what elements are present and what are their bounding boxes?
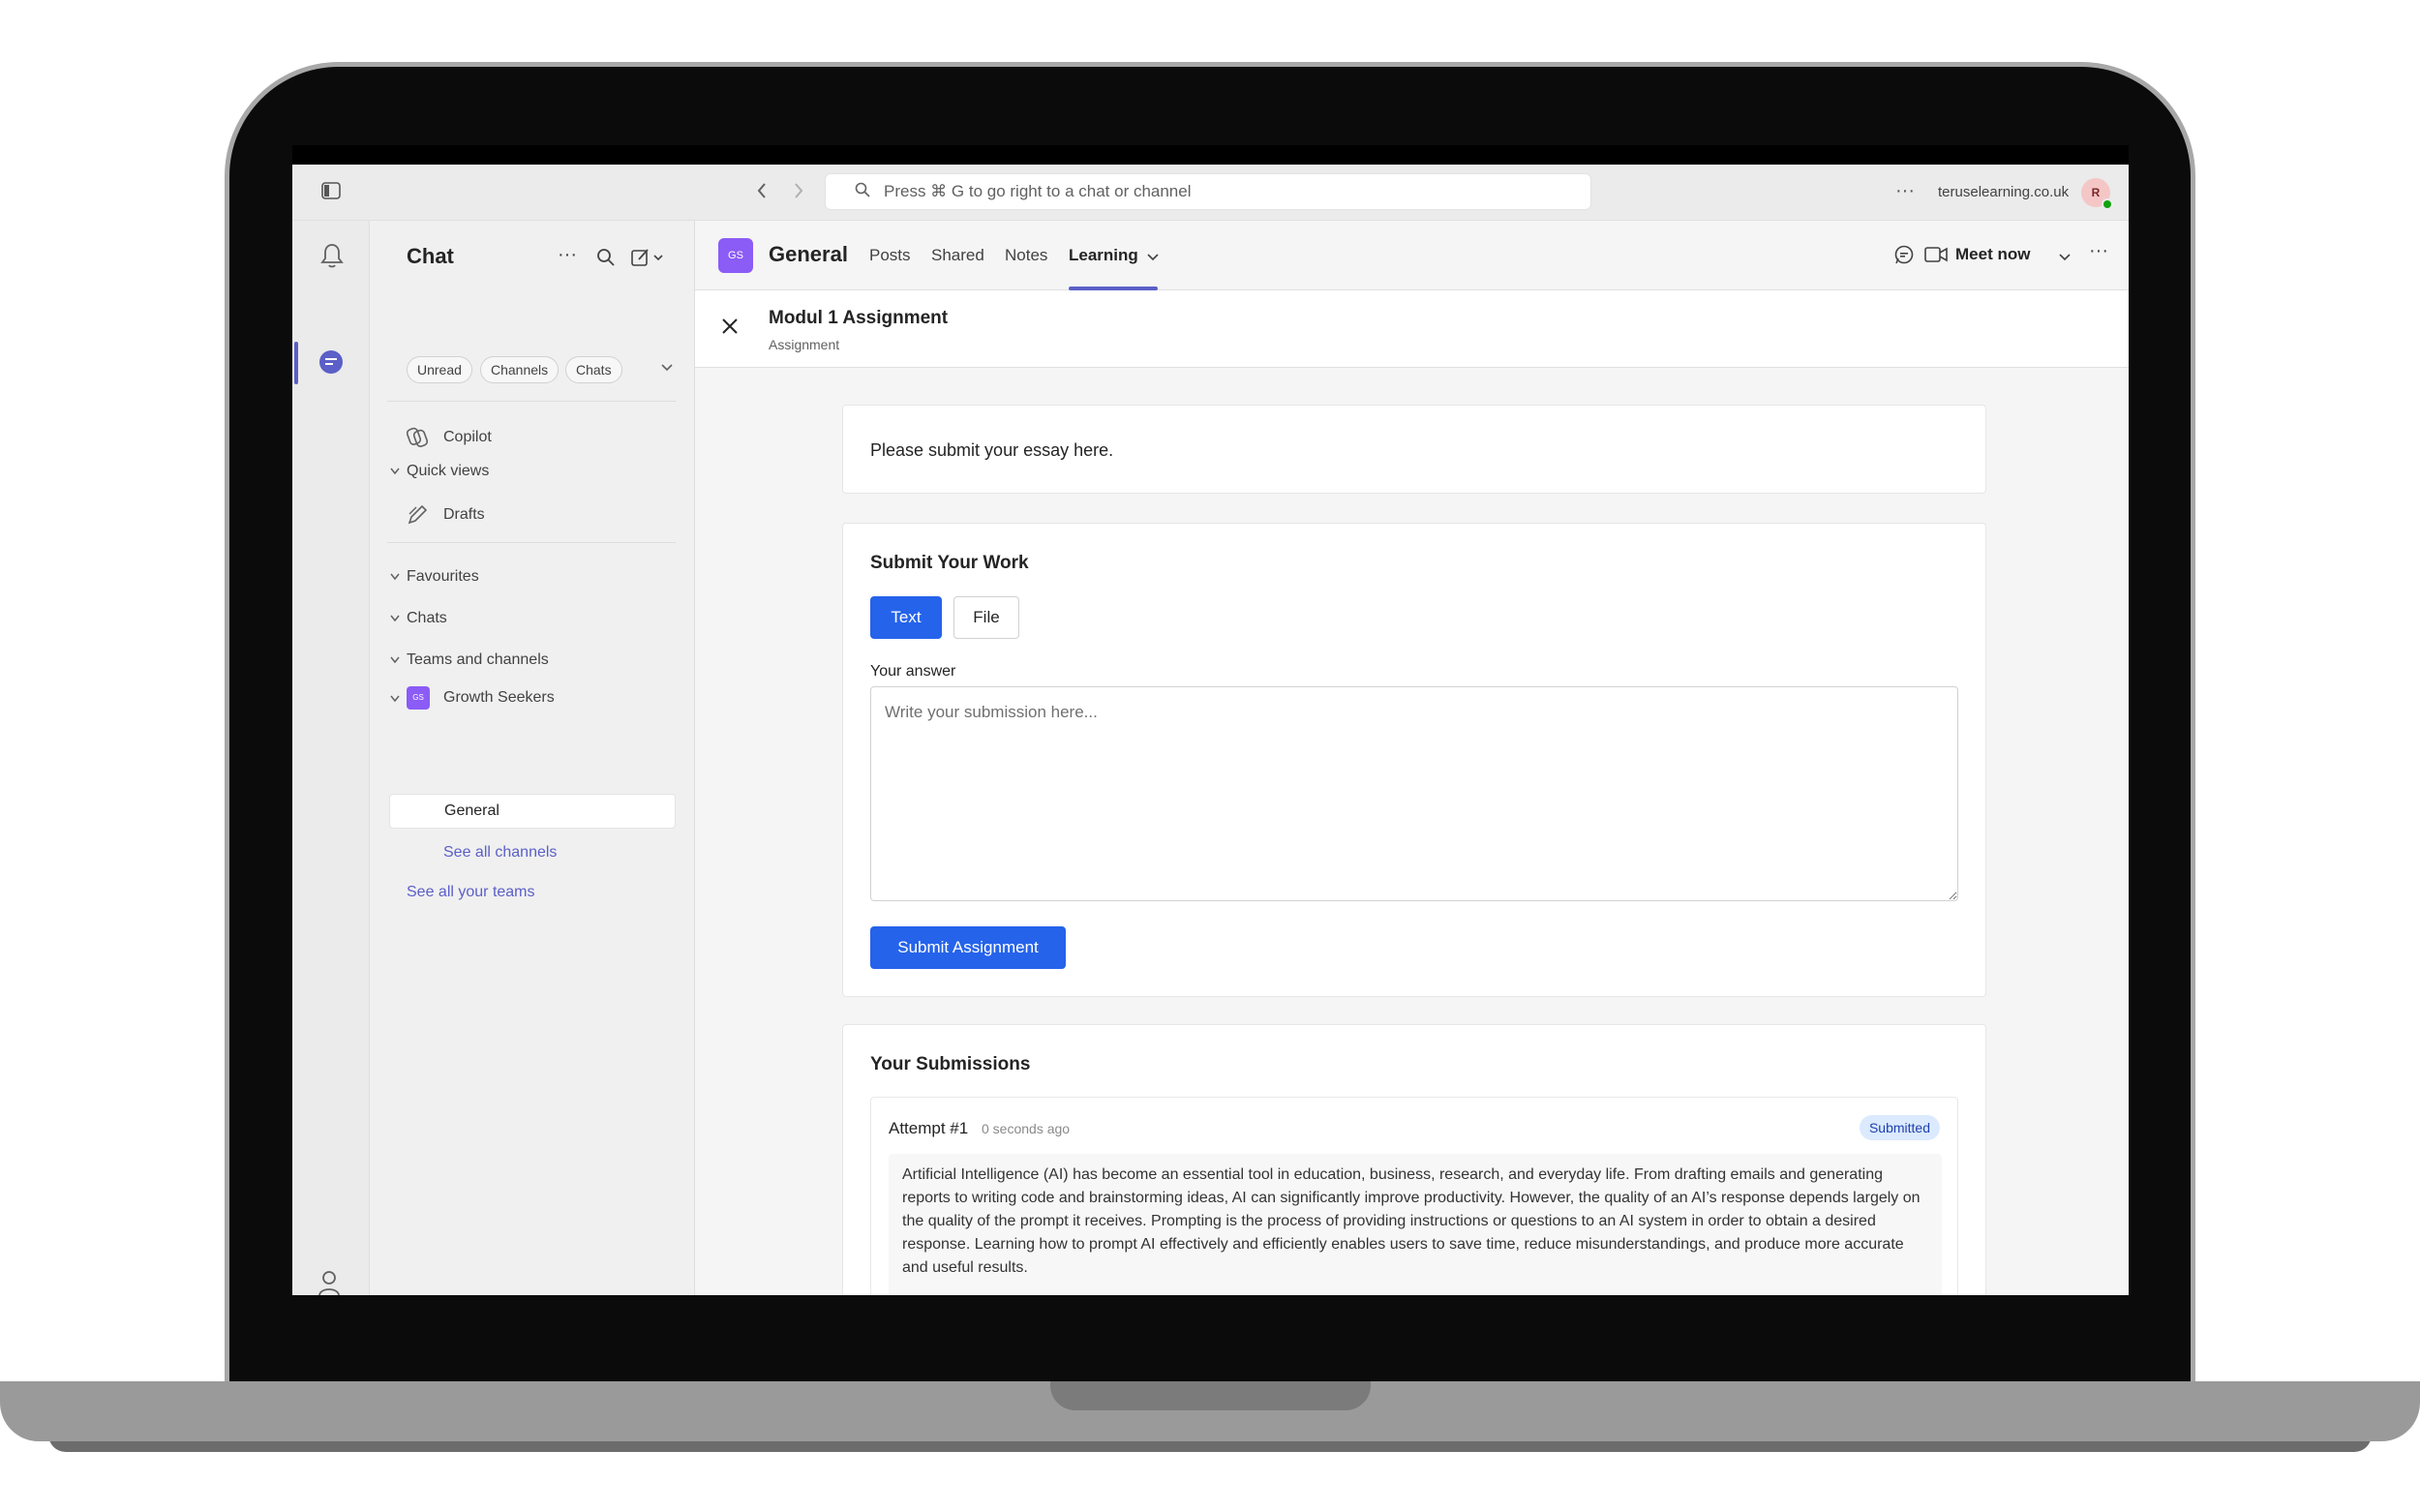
filter-unread[interactable]: Unread [407,356,472,383]
tenant-name: teruselearning.co.uk [1938,184,2070,200]
assignment-title: Modul 1 Assignment [769,308,949,328]
filters-chevron-down-icon[interactable] [660,362,674,376]
app-rail [292,221,370,1295]
tab-shared[interactable]: Shared [931,246,984,265]
submissions-heading: Your Submissions [870,1054,1031,1074]
submit-assignment-button[interactable]: Submit Assignment [870,926,1066,969]
screen-bezel [292,145,2129,165]
chat-sidebar: Chat ··· Unread Channels Chats Copilot Q… [370,221,695,1295]
instructions-card: Please submit your essay here. [842,405,1986,494]
video-camera-icon[interactable] [1924,246,1948,268]
sidebar-item-copilot[interactable]: Copilot [443,429,492,446]
back-icon[interactable] [755,180,769,205]
drafts-icon [407,504,428,530]
people-settings-icon[interactable] [318,1270,345,1295]
quick-views-chevron-icon[interactable] [389,466,401,479]
new-chat-icon[interactable] [631,248,666,272]
assignment-header: Modul 1 Assignment Assignment [695,290,2129,368]
more-options-icon[interactable]: ··· [1895,180,1915,201]
sidebar-divider [387,401,676,402]
presence-available-icon [2102,198,2113,210]
section-favourites[interactable]: Favourites [407,568,479,586]
channel-item-general[interactable]: General [389,794,676,829]
submit-heading: Submit Your Work [870,553,1029,573]
tab-learning[interactable]: Learning [1069,246,1138,265]
answer-label: Your answer [870,663,956,680]
search-box[interactable] [825,173,1591,210]
avatar-initial: R [2091,186,2101,199]
submission-item: Attempt #1 0 seconds ago Submitted Artif… [870,1097,1958,1295]
filter-channels[interactable]: Channels [480,356,560,383]
sidebar-more-icon[interactable]: ··· [558,244,577,266]
see-all-channels-link[interactable]: See all channels [443,844,557,862]
rail-active-indicator [294,342,298,384]
channel-item-label: General [444,802,499,819]
sidebar-toggle-icon[interactable] [321,182,341,203]
team-chevron-icon[interactable] [389,693,401,707]
status-badge: Submitted [1859,1115,1940,1140]
team-avatar: GS [407,686,430,710]
conversation-icon[interactable] [1893,244,1915,270]
attempt-label: Attempt #1 [889,1119,969,1137]
tab-posts[interactable]: Posts [869,246,911,265]
meet-now-button[interactable]: Meet now [1955,245,2030,264]
laptop-notch [1050,1381,1371,1410]
channel-team-avatar: GS [718,238,753,273]
screen: ··· teruselearning.co.uk R Chat ··· Unre… [292,165,2129,1295]
text-mode-button[interactable]: Text [870,596,942,639]
favourites-chevron-icon[interactable] [389,571,401,585]
activity-bell-icon[interactable] [319,242,345,274]
team-growth-seekers[interactable]: Growth Seekers [443,689,555,707]
channel-more-icon[interactable]: ··· [2089,240,2108,262]
channel-name: General [769,242,848,266]
meet-now-chevron-icon[interactable] [2058,250,2072,267]
section-chats[interactable]: Chats [407,610,447,627]
submissions-card: Your Submissions Attempt #1 0 seconds ag… [842,1024,1986,1295]
filter-chats[interactable]: Chats [565,356,622,383]
title-bar: ··· teruselearning.co.uk R [292,165,2129,221]
attempt-timestamp: 0 seconds ago [982,1121,1071,1136]
teams-chevron-icon[interactable] [389,654,401,668]
answer-textarea[interactable] [870,686,1958,901]
chats-chevron-icon[interactable] [389,613,401,626]
attempt-body-text: Artificial Intelligence (AI) has become … [889,1154,1942,1295]
file-mode-button[interactable]: File [953,596,1019,639]
sidebar-title: Chat [407,244,454,268]
instructions-text: Please submit your essay here. [870,440,1114,460]
copilot-icon [406,427,429,453]
sidebar-search-icon[interactable] [596,248,616,272]
tab-notes[interactable]: Notes [1005,246,1047,265]
chat-app-icon[interactable] [318,348,345,380]
channel-header: GS General Posts Shared Notes Learning M… [695,221,2129,290]
sidebar-item-drafts[interactable]: Drafts [443,506,485,524]
forward-icon[interactable] [792,180,805,205]
assignment-subtitle: Assignment [769,337,840,352]
tab-learning-chevron-icon[interactable] [1146,250,1160,267]
search-icon [855,182,870,197]
main-area: GS General Posts Shared Notes Learning M… [695,221,2129,1295]
sidebar-divider [387,542,676,543]
submit-work-card: Submit Your Work Text File Your answer S… [842,523,1986,997]
section-teams-and-channels[interactable]: Teams and channels [407,651,549,669]
user-avatar[interactable]: R [2081,178,2113,210]
search-input[interactable] [884,174,1561,209]
see-all-teams-link[interactable]: See all your teams [407,884,535,901]
close-icon[interactable] [720,314,740,341]
section-quick-views[interactable]: Quick views [407,463,489,480]
